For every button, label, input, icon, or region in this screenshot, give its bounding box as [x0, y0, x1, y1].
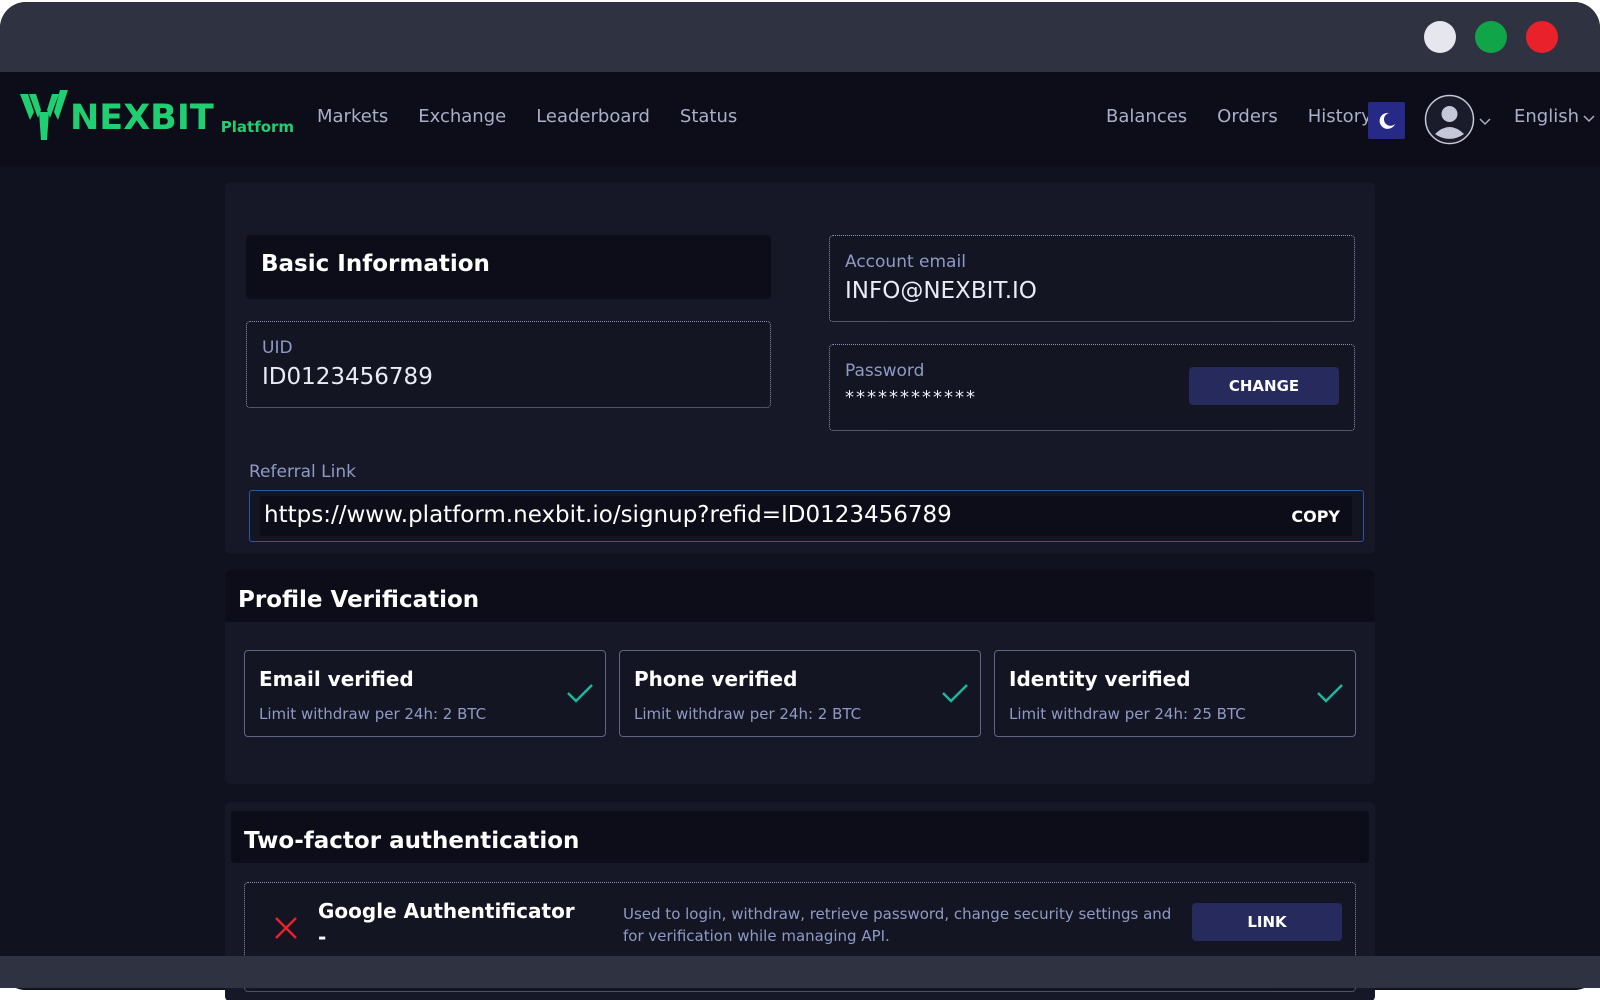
tfa-method-status: -	[318, 925, 327, 949]
tfa-description: Used to login, withdraw, retrieve passwo…	[623, 905, 1172, 945]
email-verified-card: Email verified Limit withdraw per 24h: 2…	[244, 650, 606, 737]
uid-field: UID ID0123456789	[246, 321, 771, 408]
copy-button[interactable]: COPY	[1291, 507, 1340, 526]
language-selector[interactable]: English	[1514, 106, 1595, 127]
brand-name: NEXBIT	[70, 98, 214, 138]
profile-verification-title: Profile Verification	[225, 570, 1375, 622]
moon-icon	[1379, 112, 1395, 129]
nexbit-logo-icon	[20, 90, 68, 140]
close-icon	[275, 917, 297, 939]
chevron-down-icon	[1583, 114, 1595, 122]
email-label: Account email	[845, 252, 966, 272]
language-label: English	[1514, 106, 1579, 127]
uid-value: ID0123456789	[262, 364, 433, 390]
user-menu[interactable]	[1424, 94, 1491, 145]
change-password-button[interactable]: CHANGE	[1189, 367, 1339, 405]
window-titlebar	[0, 2, 1600, 72]
basic-info-title: Basic Information	[246, 235, 771, 299]
verify-title: Phone verified	[634, 667, 798, 691]
main-nav: Markets Exchange Leaderboard Status	[317, 106, 737, 127]
two-factor-title: Two-factor authentication	[231, 811, 1369, 863]
window-bottom-bar	[0, 956, 1600, 988]
verify-title: Email verified	[259, 667, 414, 691]
window-red-dot[interactable]	[1526, 21, 1558, 53]
verify-limit: Limit withdraw per 24h: 25 BTC	[1009, 705, 1246, 723]
password-label: Password	[845, 361, 925, 381]
check-icon	[942, 684, 968, 703]
tfa-method-name: Google Authentificator	[318, 899, 575, 923]
top-navigation: NEXBIT Platform Markets Exchange Leaderb…	[0, 72, 1600, 166]
nav-leaderboard[interactable]: Leaderboard	[536, 106, 650, 127]
verify-title: Identity verified	[1009, 667, 1191, 691]
identity-verified-card: Identity verified Limit withdraw per 24h…	[994, 650, 1356, 737]
nav-status[interactable]: Status	[680, 106, 737, 127]
nav-balances[interactable]: Balances	[1106, 106, 1187, 127]
check-icon	[567, 684, 593, 703]
referral-url[interactable]: https://www.platform.nexbit.io/signup?re…	[264, 502, 952, 528]
brand-subtitle: Platform	[220, 118, 295, 136]
nav-history[interactable]: History	[1308, 106, 1372, 127]
window-light-dot[interactable]	[1424, 21, 1456, 53]
referral-link-field[interactable]: https://www.platform.nexbit.io/signup?re…	[249, 490, 1364, 542]
nav-orders[interactable]: Orders	[1217, 106, 1278, 127]
phone-verified-card: Phone verified Limit withdraw per 24h: 2…	[619, 650, 981, 737]
password-field: Password ************ CHANGE	[829, 344, 1355, 431]
window-green-dot[interactable]	[1475, 21, 1507, 53]
email-value: INFO@NEXBIT.IO	[845, 278, 1037, 304]
brand-logo[interactable]: NEXBIT Platform	[20, 90, 294, 140]
referral-link-label: Referral Link	[249, 462, 356, 482]
account-email-field: Account email INFO@NEXBIT.IO	[829, 235, 1355, 322]
chevron-down-icon	[1479, 117, 1491, 125]
check-icon	[1317, 684, 1343, 703]
account-nav: Balances Orders History	[1106, 106, 1372, 127]
referral-link-inner: https://www.platform.nexbit.io/signup?re…	[260, 496, 1352, 536]
link-authenticator-button[interactable]: LINK	[1192, 903, 1342, 941]
nav-exchange[interactable]: Exchange	[418, 106, 506, 127]
nav-markets[interactable]: Markets	[317, 106, 388, 127]
user-avatar-icon	[1424, 94, 1475, 145]
uid-label: UID	[262, 338, 293, 358]
verify-limit: Limit withdraw per 24h: 2 BTC	[634, 705, 862, 723]
verify-limit: Limit withdraw per 24h: 2 BTC	[259, 705, 487, 723]
password-value: ************	[845, 387, 977, 408]
theme-toggle-button[interactable]	[1368, 102, 1405, 139]
